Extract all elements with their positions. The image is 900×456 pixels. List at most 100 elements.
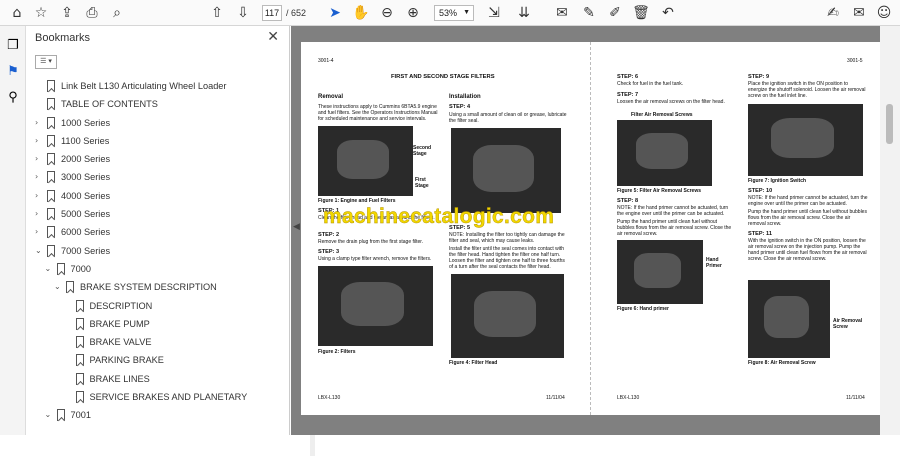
- step-heading: STEP: 2: [318, 232, 340, 238]
- bookmark-icon: [56, 262, 65, 275]
- zoom-value: 53%: [439, 8, 458, 18]
- bookmark-item[interactable]: ⌄ BRAKE SYSTEM DESCRIPTION: [27, 279, 289, 297]
- step-note: NOTE: If the hand primer cannot be actua…: [748, 195, 868, 207]
- bookmark-item[interactable]: Link Belt L130 Articulating Wheel Loader: [27, 78, 289, 96]
- bookmark-item[interactable]: › 2000 Series: [27, 151, 289, 169]
- hand-icon[interactable]: ✋: [352, 4, 370, 22]
- bookmark-item[interactable]: › 1100 Series: [27, 133, 289, 151]
- bookmark-icon: [75, 354, 84, 367]
- scroll-mode-icon[interactable]: ⇊: [515, 4, 533, 22]
- upload-icon[interactable]: ⇪: [58, 4, 76, 22]
- scroll-thumb[interactable]: [886, 104, 893, 144]
- panel-title: Bookmarks: [35, 32, 91, 44]
- chevron-right-icon[interactable]: ›: [35, 227, 38, 236]
- chevron-right-icon[interactable]: ›: [35, 191, 38, 200]
- chevron-right-icon[interactable]: ›: [35, 118, 38, 127]
- bookmark-label: 5000 Series: [61, 209, 111, 220]
- bookmark-icon: [75, 336, 84, 349]
- mail-icon[interactable]: ✉: [850, 4, 868, 22]
- zoom-in-icon[interactable]: ⊕: [404, 4, 422, 22]
- comment-icon[interactable]: ✉: [553, 4, 571, 22]
- page-header-left: 3001-4: [318, 58, 334, 64]
- bookmark-icon: [66, 281, 74, 294]
- bookmark-item[interactable]: BRAKE VALVE: [27, 334, 289, 352]
- bookmark-item[interactable]: ⌄ 7001: [27, 407, 289, 425]
- viewer-scrollbar[interactable]: [880, 26, 900, 435]
- footer-date: 11/11/04: [546, 395, 565, 401]
- bookmark-label: BRAKE LINES: [89, 373, 150, 384]
- chevron-down-icon[interactable]: ⌄: [35, 246, 42, 255]
- bookmark-item[interactable]: › 5000 Series: [27, 206, 289, 224]
- bookmark-label: 3000 Series: [61, 172, 111, 183]
- account-icon[interactable]: ☺: [875, 4, 893, 22]
- chevron-right-icon[interactable]: ›: [35, 172, 38, 181]
- bookmark-label: TABLE OF CONTENTS: [61, 99, 158, 110]
- select-cursor-icon[interactable]: ➤: [326, 4, 344, 22]
- bookmark-item[interactable]: ⌄ 7000 Series: [27, 243, 289, 261]
- bookmark-icon: [47, 189, 55, 202]
- chevron-right-icon[interactable]: ›: [35, 154, 38, 163]
- chevron-down-icon[interactable]: ⌄: [54, 282, 61, 291]
- chevron-down-icon[interactable]: ⌄: [45, 410, 52, 419]
- footer-left: LBX-L130: [617, 395, 640, 401]
- step-text: Pump the hand primer until clean fuel wi…: [617, 219, 732, 237]
- home-icon[interactable]: ⌂: [8, 4, 26, 22]
- air-removal-photo: [617, 120, 712, 186]
- page-up-icon[interactable]: ⇧: [208, 4, 226, 22]
- prev-page-arrow-icon[interactable]: ◀: [293, 222, 300, 232]
- close-icon[interactable]: ✕: [267, 28, 279, 45]
- bookmark-label: 1000 Series: [61, 117, 111, 128]
- hand-primer-photo: [617, 240, 703, 304]
- footer-left: LBX-L130: [318, 395, 341, 401]
- bookmark-item[interactable]: › 3000 Series: [27, 169, 289, 187]
- bookmark-item[interactable]: ⌄ 7000: [27, 261, 289, 279]
- installation-heading: Installation: [449, 94, 481, 100]
- bookmark-icon[interactable]: ⚑: [4, 62, 22, 80]
- bookmark-item[interactable]: › 4000 Series: [27, 188, 289, 206]
- bookmark-item[interactable]: › 1000 Series: [27, 115, 289, 133]
- removal-heading: Removal: [318, 94, 344, 100]
- lubricate-photo: [451, 128, 561, 213]
- bookmark-item[interactable]: BRAKE LINES: [27, 371, 289, 389]
- star-icon[interactable]: ☆: [32, 4, 50, 22]
- bookmark-item[interactable]: BRAKE PUMP: [27, 316, 289, 334]
- filter-head-photo: [451, 274, 564, 358]
- highlight-pen-icon[interactable]: ✎: [580, 4, 598, 22]
- bookmark-options-button[interactable]: ☰ ▾: [35, 55, 57, 69]
- fit-page-icon[interactable]: ⇲: [485, 4, 503, 22]
- figure-caption: Figure 7: Ignition Switch: [748, 178, 807, 184]
- print-icon[interactable]: ⎙: [83, 4, 101, 22]
- bookmark-label: BRAKE PUMP: [89, 318, 150, 329]
- zoom-out-icon[interactable]: ⊖: [378, 4, 396, 22]
- zoom-select[interactable]: 53% ▼: [434, 5, 474, 21]
- chevron-right-icon[interactable]: ›: [35, 136, 38, 145]
- page-number-input[interactable]: 117: [262, 5, 282, 21]
- bookmark-icon: [47, 98, 55, 111]
- side-nav-strip: ❐ ⚑ ⚲: [0, 26, 26, 435]
- step-text: With the ignition switch in the ON posit…: [748, 238, 867, 262]
- bookmark-label: 1100 Series: [61, 135, 110, 146]
- bookmark-label: 4000 Series: [61, 190, 111, 201]
- bookmark-item[interactable]: DESCRIPTION: [27, 298, 289, 316]
- bookmark-item[interactable]: SERVICE BRAKES AND PLANETARY: [27, 389, 289, 407]
- photo-label: Air Removal Screw: [833, 318, 863, 330]
- photo-label: Filter Air Removal Screws: [631, 112, 693, 118]
- zoom-search-icon[interactable]: ⌕: [108, 4, 126, 22]
- pages-icon[interactable]: ❐: [4, 36, 22, 54]
- draw-icon[interactable]: ✐: [606, 4, 624, 22]
- page-down-icon[interactable]: ⇩: [234, 4, 252, 22]
- bookmark-item[interactable]: › 6000 Series: [27, 224, 289, 242]
- delete-icon[interactable]: 🗑: [632, 4, 650, 22]
- step-text: Loosen the air removal screws on the fil…: [617, 99, 725, 105]
- bookmark-label: SERVICE BRAKES AND PLANETARY: [89, 392, 248, 403]
- undo-icon[interactable]: ↶: [659, 4, 677, 22]
- bookmark-item[interactable]: TABLE OF CONTENTS: [27, 96, 289, 114]
- bookmark-label: 2000 Series: [61, 154, 111, 165]
- edit-sign-icon[interactable]: ✍: [824, 4, 842, 22]
- chevron-right-icon[interactable]: ›: [35, 209, 38, 218]
- figure-caption: Figure 1: Engine and Fuel Filters: [318, 198, 396, 204]
- bookmark-item[interactable]: PARKING BRAKE: [27, 352, 289, 370]
- chevron-down-icon[interactable]: ⌄: [45, 264, 52, 273]
- step-heading: STEP: 6: [617, 74, 639, 80]
- attachment-icon[interactable]: ⚲: [4, 88, 22, 106]
